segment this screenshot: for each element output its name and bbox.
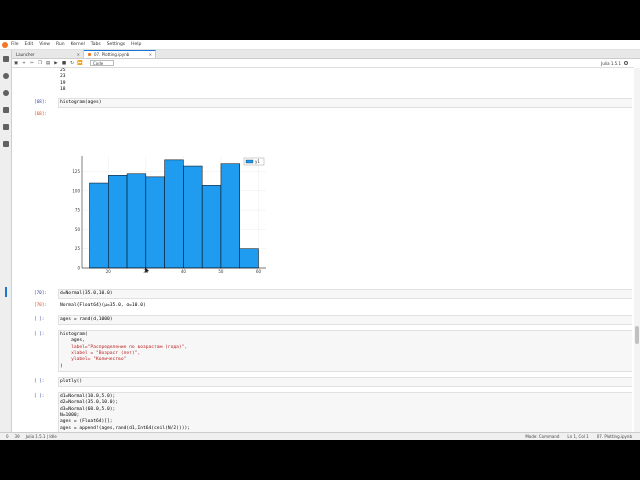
kernel-indicator[interactable]: Julia 1.5.1 bbox=[601, 61, 628, 66]
mode-count: 0 bbox=[6, 434, 9, 439]
run-icon[interactable]: ▶ bbox=[52, 61, 60, 66]
kernel-status-icon bbox=[624, 61, 628, 65]
menu-edit[interactable]: Edit bbox=[25, 42, 34, 47]
tab-label: 07. Plotting.ipynb bbox=[94, 52, 130, 57]
menu-run[interactable]: Run bbox=[56, 42, 65, 47]
kernel-name: Julia 1.5.1 bbox=[601, 60, 621, 66]
paste-icon[interactable]: ▤ bbox=[44, 61, 52, 66]
legend-swatch bbox=[245, 159, 254, 164]
wrench-icon[interactable] bbox=[3, 107, 9, 113]
restart-icon[interactable]: ↻ bbox=[68, 61, 76, 66]
x-tick-label: 60 bbox=[256, 269, 262, 274]
histogram-bar bbox=[220, 163, 240, 269]
add-icon[interactable]: + bbox=[20, 61, 28, 66]
y-tick-label: 0 bbox=[77, 266, 80, 271]
cells-count: 39 bbox=[14, 434, 20, 439]
x-tick-label: 40 bbox=[181, 269, 187, 274]
cell-prompt: [ ]: bbox=[34, 394, 45, 399]
menu-bar: File Edit View Run Kernel Tabs Settings … bbox=[0, 40, 640, 50]
close-icon[interactable]: ✕ bbox=[77, 52, 80, 57]
save-icon[interactable]: ▣ bbox=[12, 61, 20, 66]
cut-icon[interactable]: ✂ bbox=[28, 61, 36, 66]
jupyterlab-window: File Edit View Run Kernel Tabs Settings … bbox=[0, 40, 640, 440]
histogram-bar bbox=[183, 165, 203, 269]
folder-icon[interactable] bbox=[3, 56, 9, 62]
fast-forward-icon[interactable]: ⏩ bbox=[76, 61, 84, 66]
mode-indicator: Mode: Command bbox=[525, 434, 560, 439]
histogram-bar bbox=[89, 182, 109, 269]
code-cell[interactable] bbox=[58, 289, 632, 299]
stop-icon[interactable]: ■ bbox=[60, 61, 68, 66]
output-prompt: [68]: bbox=[34, 112, 47, 117]
file-name: 07. Plotting.ipynb bbox=[596, 434, 632, 439]
histogram-bar bbox=[108, 175, 128, 269]
scrollbar-thumb[interactable] bbox=[635, 326, 639, 344]
code-line: d=Normal(35.0,10.0) bbox=[60, 291, 113, 296]
histogram-bar bbox=[126, 173, 147, 269]
x-tick-label: 50 bbox=[218, 269, 224, 274]
left-sidebar bbox=[0, 50, 12, 432]
kernel-status[interactable]: Julia 1.5.1 | Idle bbox=[26, 434, 57, 439]
cell-prompt: [70]: bbox=[34, 291, 47, 296]
menu-file[interactable]: File bbox=[11, 42, 19, 47]
code-line: ) bbox=[60, 363, 63, 369]
menu-tabs[interactable]: Tabs bbox=[91, 42, 101, 47]
y-tick-label: 50 bbox=[75, 227, 81, 232]
output-prompt: [70]: bbox=[34, 303, 47, 308]
cell-prompt: [68]: bbox=[34, 100, 47, 105]
cell-prompt: [ ]: bbox=[34, 317, 45, 322]
code-line: plotly() bbox=[60, 379, 83, 384]
legend-label: y1 bbox=[255, 159, 260, 164]
palette-icon[interactable] bbox=[3, 90, 9, 96]
notebook-panel: 25 23 19 18 [68]: histogram(ages) [68]: … bbox=[12, 68, 632, 432]
extension-icon[interactable] bbox=[3, 141, 9, 147]
cell-prompt: [ ]: bbox=[34, 332, 45, 337]
notebook-toolbar: ▣ + ✂ ❐ ▤ ▶ ■ ↻ ⏩ Code Julia 1.5.1 bbox=[12, 59, 634, 68]
output-line: 18 bbox=[60, 86, 66, 92]
y-tick-label: 125 bbox=[72, 169, 80, 174]
histogram-bar bbox=[239, 248, 259, 269]
menu-help[interactable]: Help bbox=[131, 42, 141, 47]
menu-settings[interactable]: Settings bbox=[107, 42, 125, 47]
close-icon[interactable]: ✕ bbox=[149, 52, 152, 57]
y-tick-label: 25 bbox=[75, 246, 81, 251]
histogram-bar bbox=[145, 176, 165, 269]
notebook-icon bbox=[88, 53, 91, 56]
menu-view[interactable]: View bbox=[39, 42, 50, 47]
tab-notebook[interactable]: 07. Plotting.ipynb ✕ bbox=[84, 50, 156, 58]
menu-kernel[interactable]: Kernel bbox=[71, 42, 85, 47]
y-tick-label: 100 bbox=[72, 188, 80, 193]
histogram-bar bbox=[201, 185, 222, 269]
code-cell[interactable] bbox=[58, 330, 632, 372]
jupyter-logo-icon bbox=[2, 41, 8, 48]
cell-type-select[interactable]: Code bbox=[90, 60, 115, 66]
code-cell[interactable] bbox=[58, 377, 632, 387]
running-icon[interactable] bbox=[3, 73, 9, 79]
y-tick-label: 75 bbox=[75, 208, 81, 213]
code-cell[interactable] bbox=[58, 315, 632, 325]
code-cell[interactable] bbox=[58, 98, 632, 108]
tab-label: Launcher bbox=[16, 51, 35, 57]
histogram-bar bbox=[164, 159, 184, 269]
code-line: ages = rand(d,1000) bbox=[60, 317, 113, 322]
tabs-icon[interactable] bbox=[3, 124, 9, 130]
code-line: ages = append!(ages,rand(d1,Int64(ceil(N… bbox=[60, 425, 190, 431]
active-cell-indicator bbox=[5, 287, 7, 297]
status-bar: 0 39 Julia 1.5.1 | Idle Mode: Command Ln… bbox=[0, 432, 640, 440]
tab-launcher[interactable]: Launcher ✕ bbox=[12, 50, 84, 58]
code-line: histogram(ages) bbox=[60, 100, 102, 105]
x-tick-label: 20 bbox=[106, 269, 112, 274]
scrollbar[interactable] bbox=[634, 68, 640, 432]
tab-bar: Launcher ✕ 07. Plotting.ipynb ✕ bbox=[12, 50, 640, 59]
cursor-position[interactable]: Ln 1, Col 1 bbox=[567, 434, 588, 439]
copy-icon[interactable]: ❐ bbox=[36, 61, 44, 66]
cell-prompt: [ ]: bbox=[34, 379, 45, 384]
output-line: Normal{Float64}(μ=35.0, σ=10.0) bbox=[60, 303, 146, 308]
histogram-plot: 20 30 40 50 600255075100125y1 bbox=[72, 156, 266, 274]
code-line: ylabel= "Количество" bbox=[60, 357, 127, 363]
